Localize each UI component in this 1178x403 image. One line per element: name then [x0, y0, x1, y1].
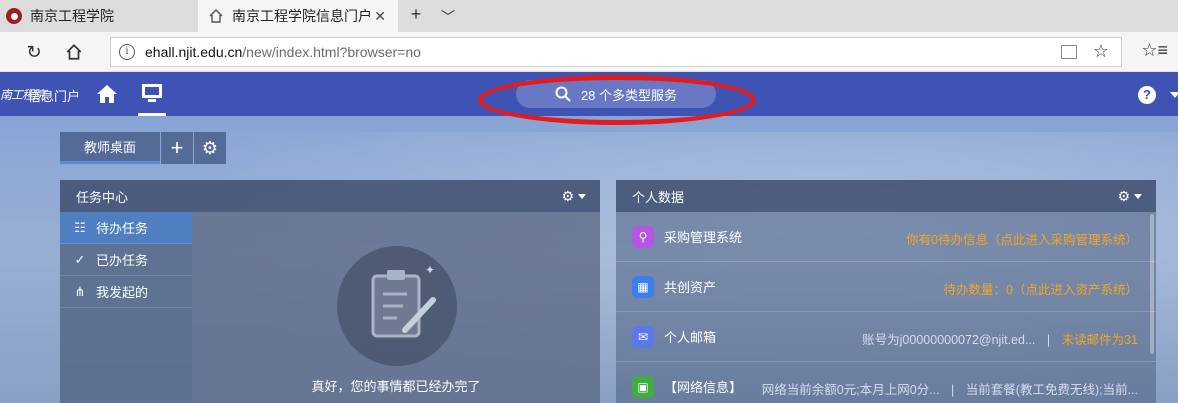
scrollbar[interactable]: [1150, 214, 1154, 354]
highlight-annotation: [478, 75, 756, 125]
close-icon[interactable]: ✕: [374, 8, 386, 25]
flow-icon: ⋔: [74, 283, 86, 299]
browser-tabbar: 南京工程学院 南京工程学院信息门户 ✕ + ﹀: [0, 0, 1178, 32]
card-title: 任务中心: [76, 189, 129, 205]
home-icon: [209, 9, 223, 23]
grid-icon: ▦: [632, 275, 654, 298]
svg-text:✦: ✦: [425, 263, 435, 277]
gear-icon[interactable]: ⚙: [561, 188, 586, 205]
tab-title: 南京工程学院: [30, 8, 114, 24]
tab-title: 南京工程学院信息门户: [232, 8, 372, 24]
reading-view-icon[interactable]: [1061, 45, 1077, 59]
browser-tab-2[interactable]: 南京工程学院信息门户 ✕: [198, 0, 398, 32]
url-path: /new/index.html?browser=no: [242, 44, 421, 60]
clipboard-icon: ✦: [337, 246, 457, 366]
separator: |: [1046, 333, 1051, 347]
row-name: 【网络信息】: [664, 380, 743, 395]
card-header: 个人数据 ⚙: [616, 180, 1156, 212]
gear-icon[interactable]: ⚙: [194, 132, 226, 164]
new-tab-icon[interactable]: +: [404, 4, 428, 25]
info-icon[interactable]: i: [119, 44, 135, 60]
data-row-network[interactable]: ▣ 【网络信息】 网络当前余额0元;本月上网0分... | 当前套餐(教工免费无…: [616, 362, 1156, 403]
mail-icon: ✉: [632, 325, 654, 348]
home-button-icon[interactable]: [62, 40, 86, 64]
desktop-icon[interactable]: [138, 80, 166, 116]
menu-item-todo[interactable]: ☷ 待办任务: [60, 212, 192, 244]
row-name: 个人邮箱: [664, 330, 717, 345]
top-navigation: 南工程院 信息门户 28 个多类型服务 ?: [0, 72, 1178, 125]
task-center-card: 任务中心 ⚙ ☷ 待办任务 ✓ 已办任务 ⋔ 我发起的 ✦ 真好，您的事情都已经…: [60, 180, 600, 403]
portal-page: 南工程院 信息门户 28 个多类型服务 ? 教师桌面 + ⚙ 任务中心 ⚙ ☷ …: [0, 72, 1178, 403]
tab-teacher-desk[interactable]: 教师桌面: [60, 132, 160, 164]
college-favicon-icon: [6, 8, 22, 24]
procurement-icon: ⚲: [632, 225, 654, 248]
tab-list-chevron-icon[interactable]: ﹀: [436, 7, 460, 27]
url-field[interactable]: i ehall.njit.edu.cn/new/index.html?brows…: [110, 37, 1122, 67]
personal-data-card: 个人数据 ⚙ ⚲ 采购管理系统 你有0待办信息（点此进入采购管理系统） ▦ 共创…: [616, 180, 1156, 403]
add-icon[interactable]: +: [161, 132, 193, 164]
card-header: 任务中心 ⚙: [60, 180, 600, 212]
browser-tab-1[interactable]: 南京工程学院: [0, 0, 196, 32]
list-icon: ☷: [74, 219, 86, 235]
desk-tabs: 教师桌面 + ⚙: [60, 132, 226, 164]
row-info: 网络当前余额0元;本月上网0分... | 当前套餐(教工免费无线);当前...: [762, 379, 1138, 398]
star-icon[interactable]: ☆: [1093, 41, 1109, 62]
card-title: 个人数据: [632, 189, 685, 205]
network-balance: 网络当前余额0元;本月上网0分...: [761, 383, 940, 397]
data-row-assets[interactable]: ▦ 共创资产 待办数量：0（点此进入资产系统）: [616, 262, 1156, 312]
row-name: 采购管理系统: [664, 230, 743, 245]
menu-item-done[interactable]: ✓ 已办任务: [60, 244, 192, 276]
network-icon: ▣: [632, 375, 654, 398]
menu-label: 已办任务: [96, 253, 149, 268]
check-icon: ✓: [74, 251, 86, 267]
url-host: ehall.njit.edu.cn: [145, 44, 243, 60]
refresh-icon[interactable]: ↻: [22, 40, 46, 64]
menu-label: 我发起的: [96, 285, 149, 300]
favorites-icon[interactable]: ☆≡: [1141, 40, 1168, 61]
menu-item-initiated[interactable]: ⋔ 我发起的: [60, 276, 192, 308]
address-bar: ↻ i ehall.njit.edu.cn/new/index.html?bro…: [0, 32, 1178, 72]
task-menu: ☷ 待办任务 ✓ 已办任务 ⋔ 我发起的: [60, 212, 192, 403]
empty-message: 真好，您的事情都已经办完了: [311, 379, 481, 394]
home-icon[interactable]: [96, 84, 118, 104]
row-info: 账号为j00000000072@njit.ed... | 未读邮件为31: [862, 329, 1138, 348]
network-plan: 当前套餐(教工免费无线);当前...: [965, 383, 1138, 397]
row-info[interactable]: 你有0待办信息（点此进入采购管理系统）: [906, 229, 1138, 248]
data-row-procurement[interactable]: ⚲ 采购管理系统 你有0待办信息（点此进入采购管理系统）: [616, 212, 1156, 262]
row-name: 共创资产: [664, 280, 717, 295]
data-row-email[interactable]: ✉ 个人邮箱 账号为j00000000072@njit.ed... | 未读邮件…: [616, 312, 1156, 362]
separator: |: [951, 383, 955, 397]
unread-mail[interactable]: 未读邮件为31: [1062, 333, 1138, 347]
row-info[interactable]: 待办数量：0（点此进入资产系统）: [944, 279, 1138, 298]
gear-icon[interactable]: ⚙: [1117, 188, 1142, 205]
logo-text[interactable]: 信息门户: [28, 86, 80, 105]
email-account: 账号为j00000000072@njit.ed...: [862, 333, 1036, 347]
menu-label: 待办任务: [96, 221, 149, 236]
dropdown-caret-icon[interactable]: [1170, 92, 1178, 98]
task-body: ✦ 真好，您的事情都已经办完了: [192, 212, 600, 403]
help-icon[interactable]: ?: [1138, 86, 1156, 104]
